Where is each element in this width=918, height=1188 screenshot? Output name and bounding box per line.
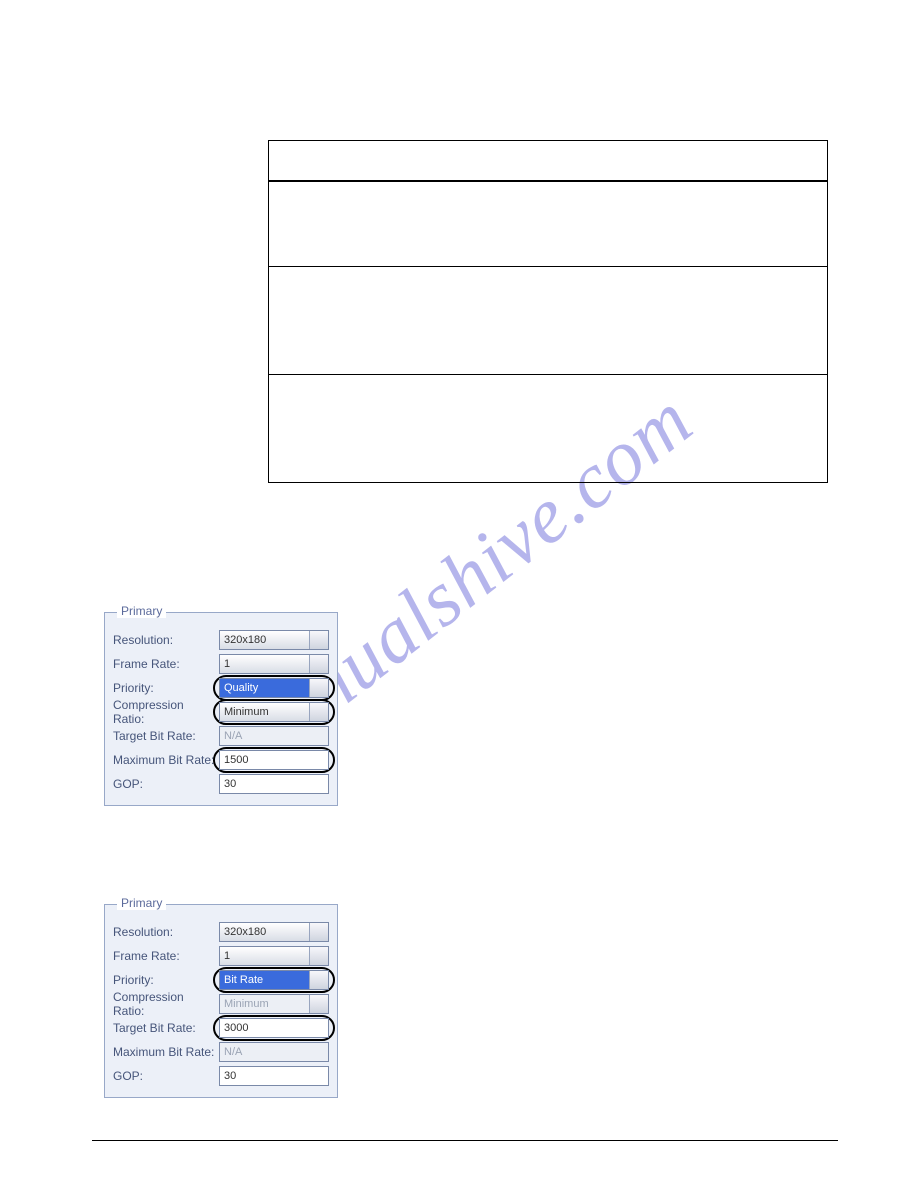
label: Priority: — [113, 681, 219, 695]
priority-dropdown[interactable]: Quality — [219, 678, 329, 698]
resolution-dropdown[interactable]: 320x180 — [219, 922, 329, 942]
max-bitrate-input[interactable]: 1500 — [219, 750, 329, 770]
chevron-down-icon — [315, 686, 323, 691]
row-framerate: Frame Rate: 1 — [113, 945, 329, 967]
label: Maximum Bit Rate: — [113, 753, 219, 767]
footer-divider — [92, 1140, 838, 1141]
row-resolution: Resolution: 320x180 — [113, 921, 329, 943]
row-max-bitrate: Maximum Bit Rate: N/A — [113, 1041, 329, 1063]
label: GOP: — [113, 777, 219, 791]
row-priority: Priority: Quality — [113, 677, 329, 699]
row-target-bitrate: Target Bit Rate: N/A — [113, 725, 329, 747]
label: Frame Rate: — [113, 657, 219, 671]
row-max-bitrate: Maximum Bit Rate: 1500 — [113, 749, 329, 771]
row-gop: GOP: 30 — [113, 773, 329, 795]
label: Target Bit Rate: — [113, 729, 219, 743]
chevron-down-icon — [315, 1002, 323, 1007]
row-framerate: Frame Rate: 1 — [113, 653, 329, 675]
panel1-legend: Primary — [117, 604, 166, 618]
framerate-dropdown[interactable]: 1 — [219, 654, 329, 674]
label: Compression Ratio: — [113, 990, 219, 1018]
label: Resolution: — [113, 633, 219, 647]
label: Target Bit Rate: — [113, 1021, 219, 1035]
label: Priority: — [113, 973, 219, 987]
row-gop: GOP: 30 — [113, 1065, 329, 1087]
primary-panel-1: Primary Resolution: 320x180 Frame Rate: … — [104, 612, 338, 806]
gop-input[interactable]: 30 — [219, 774, 329, 794]
target-bitrate-input: N/A — [219, 726, 329, 746]
row-resolution: Resolution: 320x180 — [113, 629, 329, 651]
row-compression: Compression Ratio: Minimum — [113, 993, 329, 1015]
chevron-down-icon — [315, 638, 323, 643]
resolution-dropdown[interactable]: 320x180 — [219, 630, 329, 650]
target-bitrate-input[interactable]: 3000 — [219, 1018, 329, 1038]
panel2-legend: Primary — [117, 896, 166, 910]
primary-panel-2: Primary Resolution: 320x180 Frame Rate: … — [104, 904, 338, 1098]
label: GOP: — [113, 1069, 219, 1083]
label: Compression Ratio: — [113, 698, 219, 726]
chevron-down-icon — [315, 710, 323, 715]
chevron-down-icon — [315, 930, 323, 935]
info-table — [268, 140, 828, 483]
row-priority: Priority: Bit Rate — [113, 969, 329, 991]
chevron-down-icon — [315, 662, 323, 667]
compression-dropdown: Minimum — [219, 994, 329, 1014]
priority-dropdown[interactable]: Bit Rate — [219, 970, 329, 990]
framerate-dropdown[interactable]: 1 — [219, 946, 329, 966]
row-target-bitrate: Target Bit Rate: 3000 — [113, 1017, 329, 1039]
gop-input[interactable]: 30 — [219, 1066, 329, 1086]
compression-dropdown[interactable]: Minimum — [219, 702, 329, 722]
row-compression: Compression Ratio: Minimum — [113, 701, 329, 723]
label: Frame Rate: — [113, 949, 219, 963]
label: Maximum Bit Rate: — [113, 1045, 219, 1059]
label: Resolution: — [113, 925, 219, 939]
chevron-down-icon — [315, 954, 323, 959]
chevron-down-icon — [315, 978, 323, 983]
max-bitrate-input: N/A — [219, 1042, 329, 1062]
